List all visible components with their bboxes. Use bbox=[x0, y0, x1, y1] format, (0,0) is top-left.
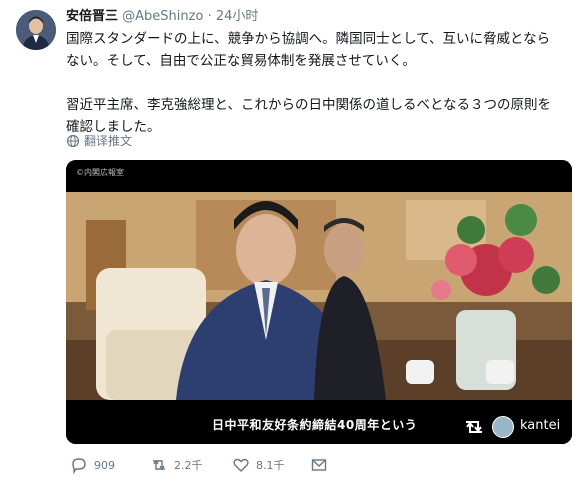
translate-label[interactable]: 翻译推文 bbox=[84, 132, 132, 149]
reply-button[interactable]: 909 bbox=[70, 456, 115, 474]
like-count: 8.1千 bbox=[256, 459, 285, 472]
retweet-icon bbox=[466, 421, 482, 433]
tweet-card[interactable]: 安倍晋三 @AbeShinzo · 24小时 国際スタンダードの上に、競争から協… bbox=[0, 0, 579, 481]
reply-icon bbox=[72, 458, 86, 474]
tweet-header: 安倍晋三 @AbeShinzo · 24小时 bbox=[66, 8, 258, 26]
reply-count: 909 bbox=[94, 458, 115, 472]
tweet-line: 確認しました。 bbox=[66, 119, 161, 135]
video-player[interactable]: ©内閣広報室 日中平和友好条約締結40周年という kantei bbox=[66, 160, 572, 444]
globe-icon bbox=[66, 134, 80, 147]
video-frame bbox=[66, 160, 572, 444]
message-button[interactable] bbox=[310, 456, 328, 474]
tweet-actions: 909 2.2千 8.1千 bbox=[66, 456, 572, 478]
separator: · bbox=[207, 9, 212, 24]
translate-link[interactable]: 翻译推文 bbox=[66, 132, 132, 149]
like-icon bbox=[233, 458, 249, 472]
video-caption: 日中平和友好条約締結40周年という bbox=[212, 418, 418, 432]
tweet-line: 習近平主席、李克強総理と、これからの日中関係の道しるべとなる３つの原則を bbox=[66, 97, 552, 113]
retweet-count: 2.2千 bbox=[174, 459, 203, 472]
video-credit: ©内閣広報室 bbox=[76, 168, 124, 177]
author-name[interactable]: 安倍晋三 bbox=[66, 9, 118, 24]
like-button[interactable]: 8.1千 bbox=[232, 456, 285, 474]
brand-label: kantei bbox=[520, 418, 561, 433]
author-handle[interactable]: @AbeShinzo bbox=[122, 9, 203, 24]
tweet-line: 国際スタンダードの上に、競争から協調へ。隣国同士として、互いに脅威となら bbox=[66, 31, 551, 47]
kantei-logo-icon bbox=[492, 416, 514, 438]
tweet-line: ない。そして、自由で公正な貿易体制を発展させていく。 bbox=[66, 53, 416, 69]
timestamp[interactable]: 24小时 bbox=[216, 9, 259, 24]
message-icon bbox=[311, 459, 327, 471]
retweet-button[interactable]: 2.2千 bbox=[150, 456, 203, 474]
tweet-text: 国際スタンダードの上に、競争から協調へ。隣国同士として、互いに脅威となら ない。… bbox=[66, 28, 566, 138]
retweet-icon bbox=[153, 459, 165, 471]
avatar[interactable] bbox=[16, 10, 56, 50]
